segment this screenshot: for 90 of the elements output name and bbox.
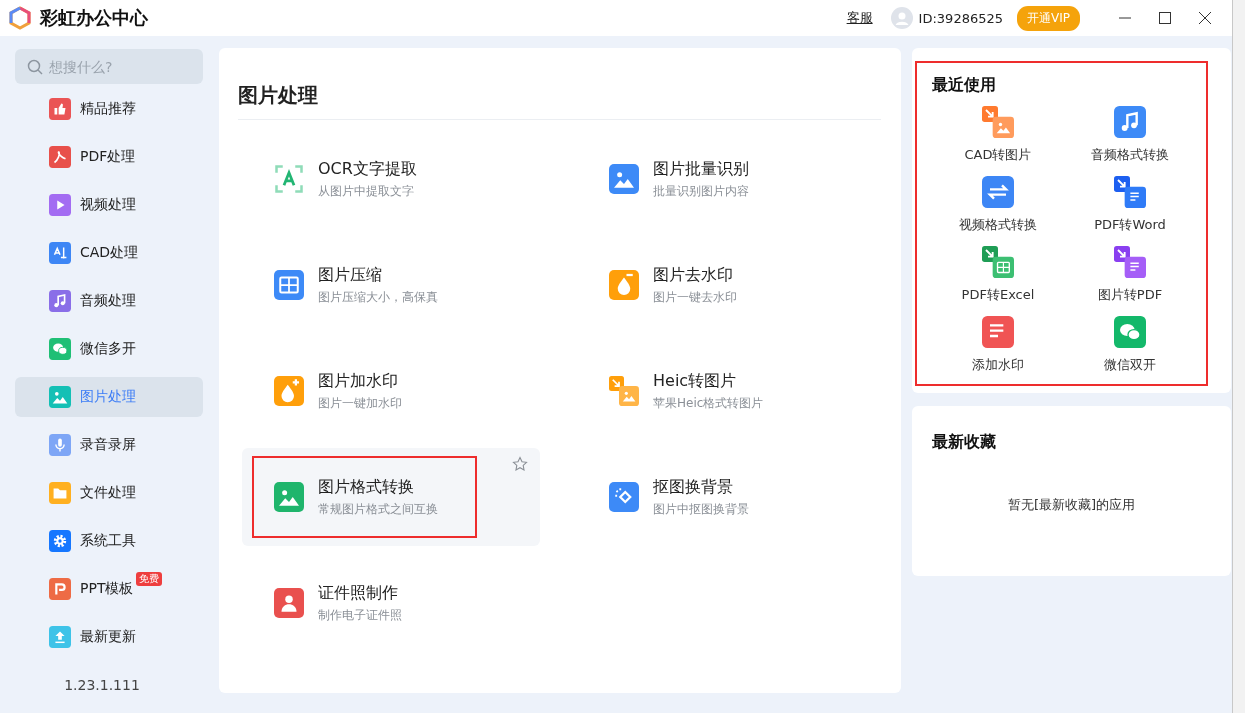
tool-card[interactable]: Heic转图片 苹果Heic格式转图片 [577, 342, 875, 440]
sidebar-item[interactable]: 视频处理 [15, 185, 203, 225]
tool-description: 批量识别图片内容 [653, 182, 749, 200]
section-title: 图片处理 [238, 48, 881, 120]
tool-description: 图片中抠图换背景 [653, 500, 749, 518]
tool-description: 图片一键去水印 [653, 288, 737, 306]
settings-icon [49, 530, 71, 552]
sidebar-item[interactable]: PPT模板 免费 [15, 569, 203, 609]
tool-description: 常规图片格式之间互换 [318, 500, 438, 518]
recent-app-label[interactable]: 音频格式转换 [1091, 146, 1169, 164]
chat-bubbles-icon [1114, 316, 1146, 348]
app-title: 彩虹办公中心 [40, 6, 148, 30]
tool-card[interactable]: OCR文字提取 从图片中提取文字 [242, 130, 540, 228]
tool-name: 抠图换背景 [653, 476, 734, 498]
chat-bubbles-icon [49, 338, 71, 360]
tool-card[interactable]: 图片批量识别 批量识别图片内容 [577, 130, 875, 228]
user-id: ID:39286525 [918, 10, 1003, 26]
tool-name: 图片压缩 [318, 264, 383, 286]
recent-app-label[interactable]: PDF转Word [1094, 216, 1166, 234]
picture-stack-icon [609, 164, 639, 194]
document-convert-icon [1114, 176, 1146, 208]
sidebar-item[interactable]: CAD处理 [15, 233, 203, 273]
tool-name: OCR文字提取 [318, 158, 417, 180]
sidebar-item[interactable]: PDF处理 [15, 137, 203, 177]
tool-name: Heic转图片 [653, 370, 738, 392]
water-drop-icon [609, 270, 639, 300]
panel-title: 最新收藏 [932, 432, 997, 453]
pdf-icon [49, 146, 71, 168]
recent-app-label[interactable]: PDF转Excel [961, 286, 1035, 304]
tool-card[interactable]: 图片去水印 图片一键去水印 [577, 236, 875, 334]
recent-app-label[interactable]: 添加水印 [972, 356, 1024, 374]
free-badge: 免费 [136, 572, 162, 586]
sidebar-item[interactable]: 微信多开 [15, 329, 203, 369]
sidebar-item[interactable]: 精品推荐 [15, 89, 203, 129]
upload-icon [49, 626, 71, 648]
recent-app-label[interactable]: 视频格式转换 [959, 216, 1037, 234]
presentation-icon [49, 578, 71, 600]
sidebar-item[interactable]: 音频处理 [15, 281, 203, 321]
tool-description: 从图片中提取文字 [318, 182, 415, 200]
play-icon [49, 194, 71, 216]
spreadsheet-convert-icon [982, 246, 1014, 278]
empty-message: 暂无[最新收藏]的应用 [1006, 496, 1137, 514]
music-note-icon [1114, 106, 1146, 138]
tool-card[interactable]: 证件照制作 制作电子证件照 [242, 554, 540, 652]
support-link[interactable]: 客服 [846, 9, 873, 27]
tool-name: 图片格式转换 [318, 476, 415, 498]
tool-description: 苹果Heic格式转图片 [653, 394, 764, 412]
water-drop-plus-icon [274, 376, 304, 406]
swap-arrows-icon [982, 176, 1014, 208]
version-label: 1.23.1.111 [63, 677, 141, 693]
tool-card[interactable]: 图片压缩 图片压缩大小，高保真 [242, 236, 540, 334]
recent-app-label[interactable]: 图片转PDF [1097, 286, 1163, 304]
sidebar-item[interactable]: 系统工具 [15, 521, 203, 561]
panel-title: 最近使用 [932, 75, 997, 96]
document-convert-icon [1114, 246, 1146, 278]
tool-name: 图片批量识别 [653, 158, 749, 180]
picture-convert-icon [609, 376, 639, 406]
folder-icon [49, 482, 71, 504]
tool-name: 图片去水印 [653, 264, 734, 286]
recent-app-label[interactable]: 微信双开 [1104, 356, 1156, 374]
magic-wand-icon [609, 482, 639, 512]
thumbs-up-icon [49, 98, 71, 120]
tool-description: 制作电子证件照 [318, 606, 402, 624]
recent-app-label[interactable]: CAD转图片 [964, 146, 1032, 164]
tool-description: 图片压缩大小，高保真 [318, 288, 438, 306]
star-icon[interactable] [512, 456, 528, 472]
microphone-icon [49, 434, 71, 456]
tool-description: 图片一键加水印 [318, 394, 402, 412]
maximize-icon[interactable] [1159, 12, 1171, 24]
picture-convert-icon [982, 106, 1014, 138]
text-scan-icon [274, 164, 304, 194]
close-icon[interactable] [1199, 12, 1211, 24]
picture-refresh-icon [274, 482, 304, 512]
tool-card[interactable]: 图片格式转换 常规图片格式之间互换 [242, 448, 540, 546]
document-stamp-icon [982, 316, 1014, 348]
compress-arrows-icon [274, 270, 304, 300]
search-icon [27, 59, 43, 75]
tool-name: 图片加水印 [318, 370, 399, 392]
drafting-icon [49, 242, 71, 264]
rainbow-hexagon-logo [8, 6, 32, 30]
sidebar-item[interactable]: 最新更新 [15, 617, 203, 657]
tool-card[interactable]: 抠图换背景 图片中抠图换背景 [577, 448, 875, 546]
tool-name: 证件照制作 [318, 582, 399, 604]
music-note-icon [49, 290, 71, 312]
tool-card[interactable]: 图片加水印 图片一键加水印 [242, 342, 540, 440]
sidebar-item[interactable]: 文件处理 [15, 473, 203, 513]
id-photo-icon [274, 588, 304, 618]
picture-icon [49, 386, 71, 408]
sidebar-item[interactable]: 录音录屏 [15, 425, 203, 465]
search-field[interactable]: 想搜什么? [15, 49, 203, 84]
